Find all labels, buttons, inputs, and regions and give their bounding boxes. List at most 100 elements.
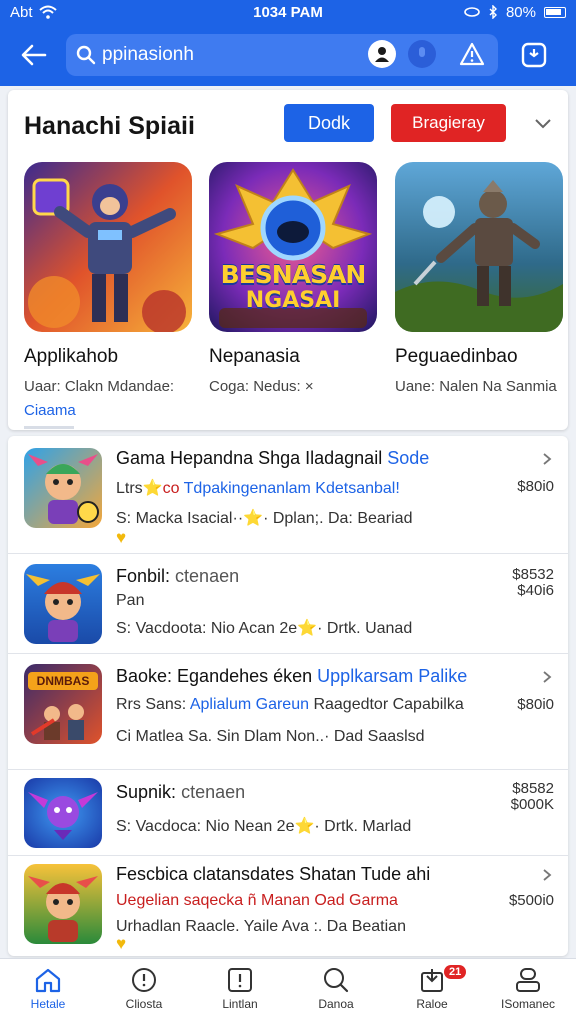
- app-title: Baoke: Egandehes éken: [116, 666, 313, 686]
- battery-percent: 80%: [505, 3, 536, 21]
- danger-button[interactable]: Bragieray: [391, 104, 506, 142]
- app-meta-line: S: Vacdoca: Nio Nean 2e⭐· Drtk. Marlad: [116, 818, 412, 835]
- back-button[interactable]: [12, 33, 56, 77]
- mic-icon[interactable]: [408, 40, 436, 68]
- app-price: $80i0: [517, 696, 554, 713]
- app-meta-line: S: Macka Isacial··⭐· Dplan;. Da: Beariad: [116, 510, 413, 527]
- featured-app-card[interactable]: Peguaedinbao Uane: Nalen Na Sanmia: [395, 162, 565, 395]
- app-title-highlight: Upplkarsam Palike: [317, 666, 468, 686]
- heart-icon: ♥: [116, 934, 127, 953]
- wifi-icon: [38, 5, 57, 19]
- link-icon: [464, 7, 480, 17]
- app-detail-blue: Tdpakingenanlam Kdetsanbal!: [183, 480, 400, 497]
- chevron-down-icon: [535, 119, 551, 129]
- list-item[interactable]: Fescbica clatansdates Shatan Tude ahi Ue…: [8, 856, 568, 956]
- home-icon: [35, 968, 61, 993]
- app-icon: [24, 864, 102, 944]
- banner-subtitle: NGASAI: [245, 288, 341, 313]
- chevron-right-icon: [543, 671, 552, 683]
- list-item[interactable]: DNMBAS Baoke: Egandehes éken Upplkarsam …: [8, 654, 568, 770]
- featured-app-card[interactable]: Applikahob Uaar: Clakn Mdandae:: [24, 162, 194, 395]
- battery-icon: [544, 6, 566, 18]
- app-detail-line: Uegelian saqecka ñ Manan Oad Garma: [116, 892, 398, 910]
- app-title-row: Supnik: ctenaen: [116, 782, 245, 803]
- featured-app-name: Nepanasia: [209, 346, 300, 367]
- user-avatar-icon[interactable]: [368, 40, 396, 68]
- app-meta-line: S: Vacdoota: Nio Acan 2e⭐· Drtk. Uanad: [116, 620, 413, 637]
- list-item[interactable]: Gama Hepandna Shga Iladagnail Sode Ltrs⭐…: [8, 436, 568, 554]
- app-icon: [24, 778, 102, 848]
- download-button[interactable]: [514, 35, 554, 75]
- app-title: Supnik:: [116, 782, 177, 802]
- alert-circle-icon: [132, 968, 156, 992]
- featured-app-subtitle: Uane: Nalen Na Sanmia: [395, 378, 557, 395]
- nav-label: ISomanec: [500, 997, 556, 1011]
- app-list: Gama Hepandna Shga Iladagnail Sode Ltrs⭐…: [8, 436, 568, 956]
- heart-icon: ♥: [116, 528, 127, 547]
- nav-item-home[interactable]: Hetale: [0, 959, 96, 1024]
- app-meta-line: Ci Matlea Sa. Sin Dlam Non..· Dad Saasls…: [116, 728, 425, 745]
- app-title: Fonbil:: [116, 566, 171, 586]
- warning-icon[interactable]: [458, 40, 486, 68]
- nav-item-warnings[interactable]: Lintlan: [192, 959, 288, 1024]
- chevron-right-icon: [543, 869, 552, 881]
- app-icon: [24, 448, 102, 528]
- nav-label: Hetale: [30, 997, 66, 1011]
- warning-icon: [228, 968, 252, 992]
- nav-label: Danoa: [318, 997, 354, 1011]
- app-detail-line: Ltrs⭐co Tdpakingenanlam Kdetsanbal!: [116, 478, 400, 498]
- search-input[interactable]: [102, 44, 362, 66]
- nav-item-alerts[interactable]: Cliosta: [96, 959, 192, 1024]
- app-title-row: Fonbil: ctenaen: [116, 566, 239, 587]
- app-detail-red: Uegelian saqecka ñ Manan Oad Garma: [116, 892, 398, 909]
- app-price: $8532: [512, 566, 554, 583]
- app-title-sub: ctenaen: [181, 782, 246, 802]
- arrow-left-icon: [21, 44, 47, 66]
- nav-label: Lintlan: [222, 997, 258, 1011]
- nav-item-search[interactable]: Danoa: [288, 959, 384, 1024]
- list-item[interactable]: Fonbil: ctenaen Pan S: Vacdoota: Nio Aca…: [8, 554, 568, 654]
- search-bar[interactable]: [66, 34, 498, 76]
- chevron-right-icon: [543, 453, 552, 465]
- app-price-secondary: $40i6: [517, 582, 554, 599]
- app-price: $80i0: [517, 478, 554, 495]
- collapse-button[interactable]: [530, 110, 556, 136]
- list-item[interactable]: Supnik: ctenaen S: Vacdoca: Nio Nean 2e⭐…: [8, 770, 568, 856]
- see-more-link[interactable]: Ciaama: [24, 402, 76, 419]
- app-detail-suffix: Raagedtor Capabilka: [313, 696, 464, 713]
- status-bar: Abt 1034 PAM 80%: [0, 0, 576, 24]
- carrier-label: Abt: [10, 3, 33, 21]
- app-detail-line: Pan: [116, 592, 145, 609]
- featured-app-card[interactable]: BESNASAN NGASAI Nepanasia Coga: Nedus: ×: [209, 162, 379, 395]
- banner-title: BESNASAN: [220, 260, 367, 289]
- featured-app-subtitle: Uaar: Clakn Mdandae:: [24, 378, 175, 395]
- search-icon: [76, 45, 96, 65]
- app-detail-prefix: Ltrs: [116, 480, 143, 497]
- primary-button[interactable]: Dodk: [284, 104, 374, 142]
- link-underline: [24, 426, 74, 429]
- app-detail-line: Rrs Sans: Aplialum Gareun Raagedtor Capa…: [116, 696, 464, 714]
- app-detail-blue: Aplialum Gareun: [189, 696, 309, 713]
- nav-item-profile[interactable]: ISomanec: [480, 959, 576, 1024]
- search-icon: [324, 968, 349, 993]
- featured-app-subtitle: Coga: Nedus: ×: [209, 378, 314, 395]
- app-title-row: Gama Hepandna Shga Iladagnail Sode: [116, 448, 429, 469]
- app-icon: [24, 564, 102, 644]
- app-title: Gama Hepandna Shga Iladagnail: [116, 448, 383, 468]
- app-price: $500i0: [508, 892, 554, 909]
- update-icon: [421, 969, 443, 992]
- app-bar: [0, 24, 576, 86]
- featured-app-name: Peguaedinbao: [395, 346, 518, 367]
- app-icon-text: DNMBAS: [36, 674, 90, 688]
- featured-app-image: [395, 162, 563, 332]
- app-title: Fescbica clatansdates Shatan Tude ahi: [116, 864, 431, 884]
- status-time: 1034 PAM: [253, 3, 323, 21]
- featured-app-image: BESNASAN NGASAI: [209, 162, 377, 332]
- featured-section: Hanachi Spiaii Dodk Bragieray Applikahob…: [8, 90, 568, 430]
- nav-label: Cliosta: [125, 997, 163, 1011]
- nav-item-updates[interactable]: 21 Raloe: [384, 959, 480, 1024]
- featured-title: Hanachi Spiaii: [24, 112, 195, 140]
- app-price: $8582: [512, 780, 554, 797]
- star-icon: ⭐: [142, 480, 163, 497]
- bluetooth-icon: [489, 5, 497, 19]
